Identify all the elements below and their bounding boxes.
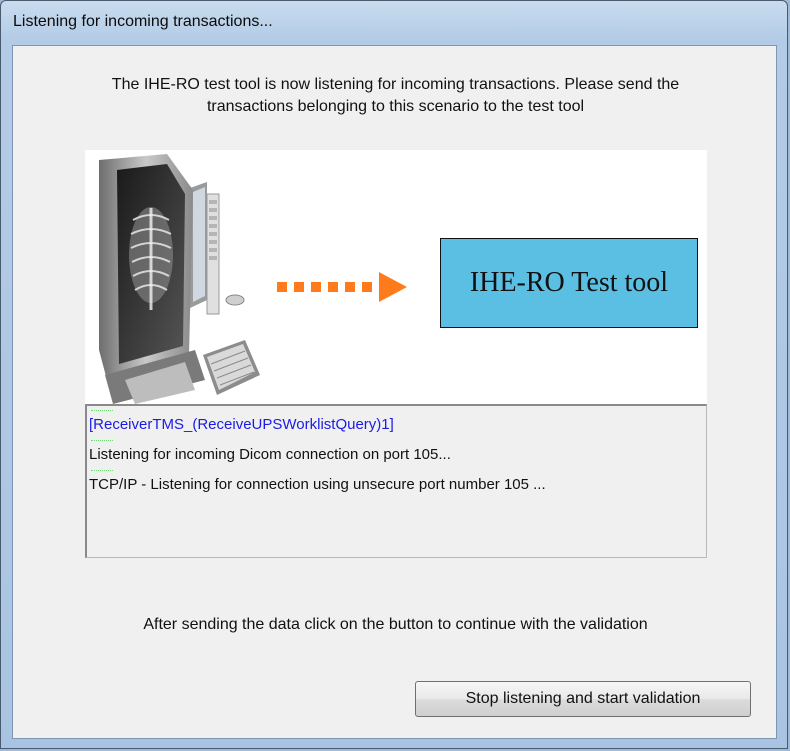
stop-listening-button[interactable]: Stop listening and start validation (415, 681, 751, 717)
log-line-3: TCP/IP - Listening for connection using … (89, 476, 546, 493)
dialog-body: The IHE-RO test tool is now listening fo… (12, 45, 777, 739)
log-separator (91, 466, 702, 474)
after-sending-instruction: After sending the data click on the butt… (143, 616, 648, 633)
intro-text: The IHE-RO test tool is now listening fo… (33, 74, 758, 118)
computer-workstation-icon (99, 154, 260, 404)
log-separator (91, 406, 702, 414)
intro-line-1: The IHE-RO test tool is now listening fo… (111, 76, 680, 93)
dialog-window: Listening for incoming transactions... T… (0, 0, 788, 749)
title-bar[interactable]: Listening for incoming transactions... (1, 1, 787, 45)
log-line-2: Listening for incoming Dicom connection … (89, 446, 451, 463)
illustration-panel: IHE-RO Test tool (85, 150, 707, 404)
arrow-right-icon (277, 272, 407, 302)
intro-line-2: transactions belonging to this scenario … (206, 98, 585, 115)
log-line-1: [ReceiverTMS_(ReceiveUPSWorklistQuery)1] (89, 416, 394, 433)
log-panel[interactable]: [ReceiverTMS_(ReceiveUPSWorklistQuery)1]… (85, 404, 707, 558)
window-title: Listening for incoming transactions... (13, 13, 273, 30)
test-tool-box: IHE-RO Test tool (440, 238, 698, 328)
log-separator (91, 436, 702, 444)
